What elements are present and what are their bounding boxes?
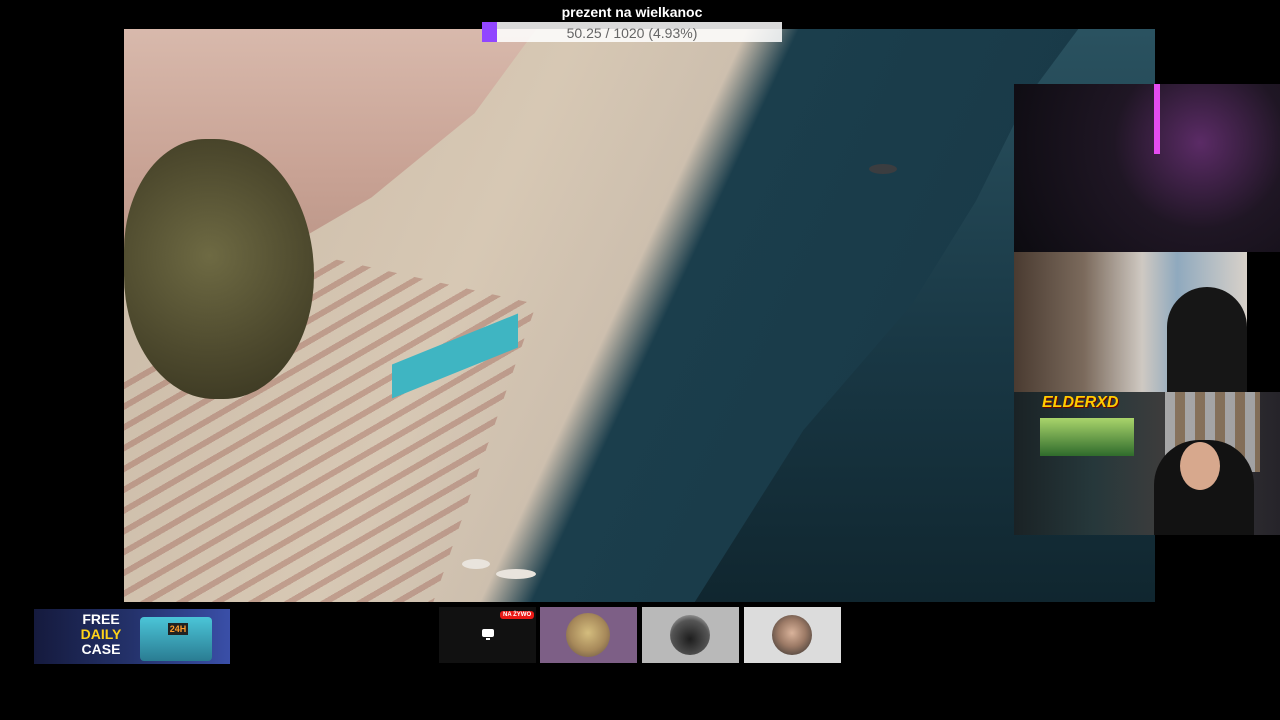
aquarium xyxy=(1040,418,1134,456)
avatar-tile-mask[interactable] xyxy=(540,607,637,663)
avatar-tile-car[interactable] xyxy=(642,607,739,663)
avatar-tile-person[interactable] xyxy=(744,607,841,663)
boat xyxy=(462,559,490,569)
webcam-streamer: ELDERXD xyxy=(1014,392,1280,535)
goal-progress-bar: 50.25 / 1020 (4.93%) xyxy=(482,22,782,42)
monitor-icon xyxy=(482,629,494,640)
streamer-figure xyxy=(1167,287,1247,392)
main-video xyxy=(124,29,1155,602)
boat xyxy=(869,164,897,174)
neon-light xyxy=(1154,84,1160,154)
boat xyxy=(496,569,536,579)
promo-text: FREE DAILY CASE xyxy=(56,612,146,657)
promo-line-daily: DAILY xyxy=(80,626,122,642)
live-badge: NA ŻYWO xyxy=(500,611,535,619)
goal-title: prezent na wielkanoc xyxy=(561,4,703,20)
goal-widget: prezent na wielkanoc 50.25 / 1020 (4.93%… xyxy=(482,0,782,44)
promo-line-case: CASE xyxy=(81,641,121,657)
streamer-face xyxy=(1180,442,1220,490)
promo-timer: 24H xyxy=(168,623,188,635)
live-tile[interactable]: NA ŻYWO xyxy=(439,607,536,663)
person-avatar xyxy=(772,615,812,655)
webcam-logo-label: ELDERXD xyxy=(1042,394,1119,411)
case-chest-icon: 24H xyxy=(140,617,212,661)
free-daily-case-banner[interactable]: FREE DAILY CASE 24H xyxy=(34,609,230,664)
goal-progress-text: 50.25 / 1020 (4.93%) xyxy=(566,25,698,41)
webcam-apartment xyxy=(1014,252,1247,392)
mask-avatar xyxy=(566,613,610,657)
webcam-room-top xyxy=(1014,84,1280,252)
promo-line-free: FREE xyxy=(82,611,120,627)
car-avatar xyxy=(670,615,710,655)
